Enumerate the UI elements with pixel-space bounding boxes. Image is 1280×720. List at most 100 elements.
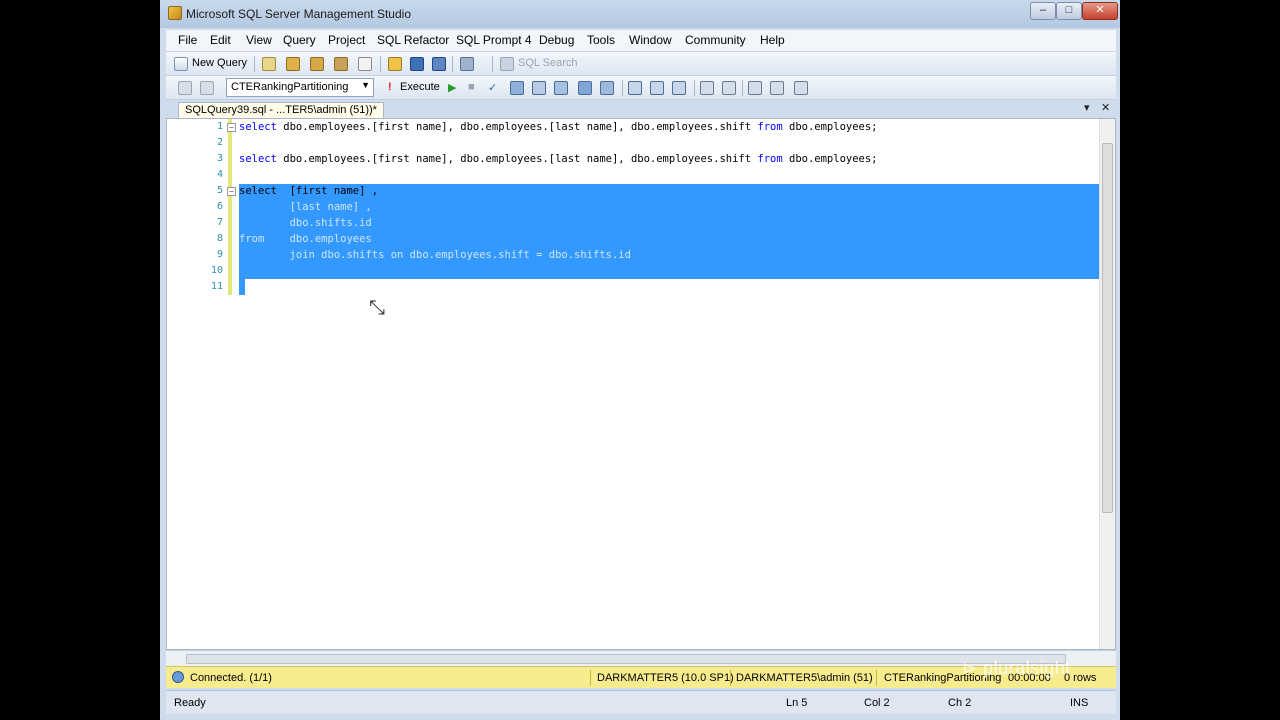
decrease-indent-icon[interactable] <box>748 81 762 95</box>
mouse-pointer-icon: ⤡ <box>369 297 385 319</box>
sql-search-button[interactable]: SQL Search <box>518 57 578 69</box>
status-divider <box>730 670 731 686</box>
menu-project[interactable]: Project <box>328 33 365 47</box>
code-line-9[interactable]: join dbo.shifts on dbo.employees.shift =… <box>239 249 631 261</box>
analysis-query-icon[interactable] <box>286 57 300 71</box>
status-divider <box>876 670 877 686</box>
line-number: 2 <box>216 137 223 148</box>
menu-sql-refactor[interactable]: SQL Refactor <box>377 33 449 47</box>
line-number: 5 <box>216 185 223 196</box>
column-position: Col 2 <box>864 697 890 709</box>
close-tab-icon[interactable]: ✕ <box>1101 101 1110 114</box>
dmx-query-icon[interactable] <box>334 57 348 71</box>
maximize-button[interactable]: □ <box>1056 2 1082 20</box>
open-file-icon[interactable] <box>388 57 402 71</box>
client-statistics-icon[interactable] <box>600 81 614 95</box>
comment-out-icon[interactable] <box>700 81 714 95</box>
code-line-8[interactable]: from dbo.employees <box>239 233 372 245</box>
new-query-icon <box>174 57 188 71</box>
document-tabstrip: SQLQuery39.sql - ...TER5\admin (51))* ▾ … <box>166 100 1116 118</box>
vertical-scrollbar[interactable] <box>1099 119 1115 649</box>
database-name: CTERankingPartitioning <box>231 81 349 93</box>
uncomment-icon[interactable] <box>722 81 736 95</box>
menu-view[interactable]: View <box>246 33 272 47</box>
line-number: 1 <box>216 121 223 132</box>
line-number: 7 <box>216 217 223 228</box>
mdx-query-icon[interactable] <box>310 57 324 71</box>
scrollbar-thumb[interactable] <box>1102 143 1113 513</box>
close-button[interactable]: ✕ <box>1082 2 1118 20</box>
toolbar-separator <box>254 56 255 72</box>
results-to-text-icon[interactable] <box>628 81 642 95</box>
execute-button[interactable]: Execute <box>400 81 440 93</box>
text-selection <box>239 184 1099 279</box>
menu-bar: File Edit View Query Project SQL Refacto… <box>166 30 1116 52</box>
toolbar-separator <box>452 56 453 72</box>
status-divider <box>590 670 591 686</box>
code-line-6[interactable]: [last name] , <box>239 201 372 213</box>
code-line-1[interactable]: select dbo.employees.[first name], dbo.e… <box>239 121 878 133</box>
scrollbar-thumb[interactable] <box>186 654 1066 664</box>
insert-mode: INS <box>1070 697 1089 709</box>
line-position: Ln 5 <box>786 697 808 709</box>
connection-status: Connected. (1/1) <box>190 672 272 684</box>
change-tracking-bar <box>228 119 232 295</box>
cancel-query-icon[interactable]: ■ <box>468 81 475 93</box>
menu-edit[interactable]: Edit <box>210 33 231 47</box>
code-line-7[interactable]: dbo.shifts.id <box>239 217 372 229</box>
line-number: 10 <box>210 265 223 276</box>
chevron-down-icon: ▼ <box>361 80 370 90</box>
connected-icon <box>172 671 184 683</box>
query-editor[interactable]: 1 2 3 4 5 6 7 8 9 10 11 − − select dbo.e… <box>166 118 1116 650</box>
play-logo-icon: ⊳ <box>962 658 978 678</box>
xmla-query-icon[interactable] <box>358 57 372 71</box>
connect-icon[interactable] <box>178 81 192 95</box>
results-to-file-icon[interactable] <box>672 81 686 95</box>
available-databases-select[interactable]: CTERankingPartitioning ▼ <box>226 78 374 97</box>
code-line-5[interactable]: select [first name] , <box>239 185 378 197</box>
database-engine-query-icon[interactable] <box>262 57 276 71</box>
text-selection <box>239 279 245 295</box>
activity-monitor-icon[interactable] <box>460 57 474 71</box>
menu-file[interactable]: File <box>178 33 197 47</box>
results-to-grid-icon[interactable] <box>650 81 664 95</box>
tab-dropdown-icon[interactable]: ▾ <box>1084 101 1090 114</box>
menu-debug[interactable]: Debug <box>539 33 574 47</box>
new-query-button[interactable]: New Query <box>192 57 247 69</box>
menu-help[interactable]: Help <box>760 33 785 47</box>
toolbar-separator <box>622 80 623 96</box>
menu-query[interactable]: Query <box>283 33 316 47</box>
toolbar-separator <box>742 80 743 96</box>
collapse-region-icon[interactable]: − <box>227 187 236 196</box>
standard-toolbar: New Query SQL Search <box>166 52 1116 76</box>
menu-window[interactable]: Window <box>629 33 672 47</box>
line-number-gutter: 1 2 3 4 5 6 7 8 9 10 11 <box>167 119 225 649</box>
sql-search-icon[interactable] <box>500 57 514 71</box>
server-name: DARKMATTER5 (10.0 SP1) <box>597 672 734 684</box>
line-number: 9 <box>216 249 223 260</box>
query-designer-icon[interactable] <box>532 81 546 95</box>
include-plan-icon[interactable] <box>578 81 592 95</box>
collapse-region-icon[interactable]: − <box>227 123 236 132</box>
change-connection-icon[interactable] <box>200 81 214 95</box>
save-all-icon[interactable] <box>432 57 446 71</box>
title-bar[interactable]: Microsoft SQL Server Management Studio –… <box>160 0 1120 28</box>
increase-indent-icon[interactable] <box>770 81 784 95</box>
parse-checkmark-icon[interactable]: ✓ <box>488 81 497 94</box>
estimated-plan-icon[interactable] <box>510 81 524 95</box>
menu-tools[interactable]: Tools <box>587 33 615 47</box>
login-name: DARKMATTER5\admin (51) <box>736 672 873 684</box>
status-bar: Ready Ln 5 Col 2 Ch 2 INS <box>166 690 1116 714</box>
save-icon[interactable] <box>410 57 424 71</box>
menu-sql-prompt[interactable]: SQL Prompt 4 <box>456 33 532 47</box>
intellisense-icon[interactable] <box>554 81 568 95</box>
char-position: Ch 2 <box>948 697 972 709</box>
tab-sqlquery39[interactable]: SQLQuery39.sql - ...TER5\admin (51))* <box>178 102 384 118</box>
ready-status: Ready <box>174 697 206 709</box>
debug-play-icon[interactable]: ▶ <box>448 81 456 94</box>
line-number: 3 <box>216 153 223 164</box>
minimize-button[interactable]: – <box>1030 2 1056 20</box>
specify-values-icon[interactable] <box>794 81 808 95</box>
code-line-3[interactable]: select dbo.employees.[first name], dbo.e… <box>239 153 878 165</box>
menu-community[interactable]: Community <box>685 33 746 47</box>
